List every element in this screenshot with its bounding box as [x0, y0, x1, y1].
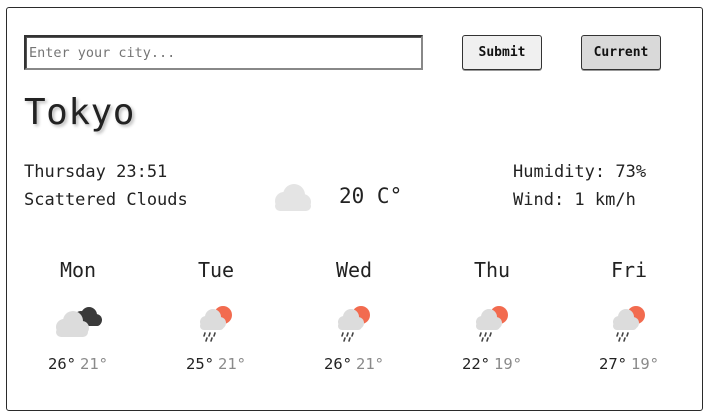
submit-button[interactable]: Submit	[462, 35, 542, 70]
wind-readout: Wind: 1 km/h	[513, 190, 636, 210]
forecast-day-fri: Fri 27° 19°	[579, 257, 679, 373]
forecast-low-temp: 19°	[631, 355, 659, 373]
forecast-high-temp: 26°	[48, 355, 76, 373]
forecast-high-temp: 27°	[599, 355, 627, 373]
forecast-day-name: Mon	[59, 258, 97, 282]
forecast-day-name: Tue	[197, 258, 235, 282]
humidity-readout: Humidity: 73%	[513, 162, 647, 182]
forecast-high-temp: 22°	[462, 355, 490, 373]
forecast-day-wed: Wed 26° 21°	[304, 257, 404, 373]
current-location-button[interactable]: Current	[581, 35, 661, 70]
forecast-day-mon: Mon 26° 21°	[28, 257, 128, 373]
forecast-day-name: Wed	[335, 258, 373, 282]
city-name: Tokyo	[24, 92, 135, 133]
sun-rain-cloud-icon	[613, 306, 645, 342]
weather-description: Scattered Clouds	[24, 190, 188, 210]
weather-card: Submit Current Tokyo Thursday 23:51 Scat…	[6, 7, 703, 411]
sun-rain-cloud-icon	[476, 306, 508, 342]
forecast-day-tue: Tue 25° 21°	[166, 257, 266, 373]
forecast-day-thu: Thu 22° 19°	[442, 257, 542, 373]
sun-rain-cloud-icon	[338, 306, 370, 342]
sun-rain-cloud-icon	[200, 306, 232, 342]
forecast-day-name: Thu	[473, 258, 511, 282]
current-datetime: Thursday 23:51	[24, 162, 168, 182]
forecast-high-temp: 26°	[324, 355, 352, 373]
cloud-icon	[275, 184, 311, 211]
forecast-low-temp: 21°	[356, 355, 384, 373]
forecast-low-temp: 21°	[80, 355, 108, 373]
city-search-input[interactable]	[24, 35, 423, 70]
current-temperature: 20 C°	[339, 184, 403, 208]
forecast-low-temp: 21°	[218, 355, 246, 373]
broken-clouds-icon	[56, 307, 102, 337]
forecast-day-name: Fri	[610, 258, 648, 282]
forecast-high-temp: 25°	[186, 355, 214, 373]
forecast-low-temp: 19°	[494, 355, 522, 373]
